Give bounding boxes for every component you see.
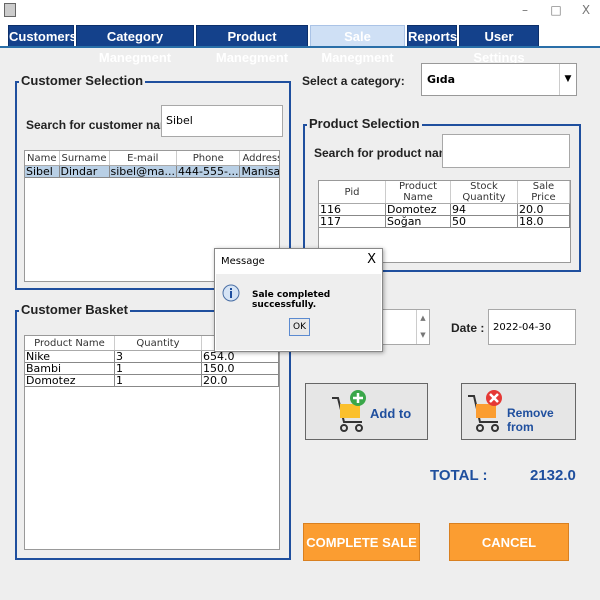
message-dialog: Message X Sale completed successfully. O… bbox=[214, 248, 383, 352]
cart-add-icon bbox=[332, 390, 366, 432]
date-label: Date : bbox=[451, 321, 485, 335]
column-header-quantity[interactable]: Quantity bbox=[114, 336, 202, 351]
category-label: Select a category: bbox=[302, 74, 405, 88]
ok-button[interactable]: OK bbox=[289, 318, 310, 336]
table-cell: 116 bbox=[319, 203, 386, 216]
category-select-value: Gıda bbox=[427, 73, 456, 86]
table-cell: 117 bbox=[319, 215, 386, 228]
product-search-label: Search for product name: bbox=[314, 146, 461, 160]
table-cell: 50 bbox=[450, 215, 518, 228]
tab-sale-management[interactable]: Sale Manegment bbox=[310, 25, 405, 65]
column-header-address[interactable]: Address bbox=[239, 151, 279, 166]
basket-table[interactable]: Product Name Quantity Nike 3 654.0 Bambi… bbox=[24, 335, 280, 550]
complete-sale-button[interactable]: COMPLETE SALE bbox=[303, 523, 420, 561]
table-row[interactable]: 117 Soğan 50 18.0 bbox=[319, 215, 570, 228]
table-cell: Sibel bbox=[25, 165, 60, 178]
table-cell: Soğan bbox=[385, 215, 451, 228]
java-app-icon bbox=[4, 3, 16, 17]
table-cell: Nike bbox=[25, 350, 115, 363]
remove-from-label: Remove from bbox=[507, 406, 554, 434]
close-window-button[interactable]: X bbox=[571, 2, 600, 18]
spinner-up-icon[interactable]: ▲ bbox=[417, 310, 429, 327]
table-cell: 444-555-... bbox=[176, 165, 241, 178]
remove-from-basket-button[interactable]: Remove from bbox=[461, 383, 576, 440]
table-cell: Manisa bbox=[239, 165, 279, 178]
title-bar: – □ X bbox=[0, 0, 600, 22]
table-row[interactable]: Sibel Dindar sibel@ma... 444-555-... Man… bbox=[25, 165, 279, 178]
column-header-sale-price[interactable]: Sale Price bbox=[517, 181, 570, 204]
column-header-name[interactable]: Name bbox=[25, 151, 60, 166]
table-cell: sibel@ma... bbox=[109, 165, 178, 178]
tab-user-settings[interactable]: User Settings bbox=[459, 25, 539, 65]
dialog-message: Sale completed successfully. bbox=[252, 290, 331, 310]
info-icon bbox=[222, 284, 240, 302]
table-cell: 1 bbox=[114, 374, 202, 387]
date-field[interactable]: 2022-04-30 bbox=[488, 309, 576, 345]
table-row[interactable]: 116 Domotez 94 20.0 bbox=[319, 203, 570, 216]
table-cell: Bambi bbox=[25, 362, 115, 375]
table-row[interactable]: Bambi 1 150.0 bbox=[25, 362, 279, 375]
cancel-button[interactable]: CANCEL bbox=[449, 523, 569, 561]
spinner-down-icon[interactable]: ▼ bbox=[417, 327, 429, 344]
table-cell: 150.0 bbox=[201, 362, 279, 375]
customer-selection-title: Customer Selection bbox=[19, 73, 146, 88]
customer-search-input[interactable]: Sibel bbox=[161, 105, 283, 137]
tab-bar: Customers Category Manegment Product Man… bbox=[0, 22, 600, 65]
column-header-phone[interactable]: Phone bbox=[176, 151, 241, 166]
table-row[interactable]: Domotez 1 20.0 bbox=[25, 374, 279, 387]
table-cell: Domotez bbox=[385, 203, 451, 216]
tab-product-management[interactable]: Product Manegment bbox=[196, 25, 308, 65]
table-cell: 18.0 bbox=[517, 215, 570, 228]
product-search-input[interactable] bbox=[442, 134, 570, 168]
tab-reports[interactable]: Reports bbox=[407, 25, 457, 46]
cart-remove-icon bbox=[468, 390, 502, 432]
table-cell: Dindar bbox=[59, 165, 110, 178]
column-header-pid[interactable]: Pid bbox=[319, 181, 386, 204]
product-selection-title: Product Selection bbox=[307, 116, 422, 131]
table-cell: 654.0 bbox=[201, 350, 279, 363]
table-cell: 94 bbox=[450, 203, 518, 216]
maximize-button[interactable]: □ bbox=[541, 2, 571, 18]
category-select[interactable]: Gıda ▼ bbox=[421, 63, 577, 96]
table-cell: 3 bbox=[114, 350, 202, 363]
table-row[interactable]: Nike 3 654.0 bbox=[25, 350, 279, 363]
dialog-title: Message bbox=[221, 256, 265, 267]
column-header-surname[interactable]: Surname bbox=[59, 151, 110, 166]
column-header-email[interactable]: E-mail bbox=[109, 151, 178, 166]
add-to-basket-button[interactable]: Add to bbox=[305, 383, 428, 440]
column-header-stock-quantity[interactable]: Stock Quantity bbox=[450, 181, 518, 204]
column-header-product-name[interactable]: Product Name bbox=[25, 336, 115, 351]
chevron-down-icon[interactable]: ▼ bbox=[559, 64, 576, 95]
table-cell: Domotez bbox=[25, 374, 115, 387]
minimize-button[interactable]: – bbox=[510, 2, 540, 18]
total-value: 2132.0 bbox=[530, 467, 576, 484]
dialog-body: Sale completed successfully. OK bbox=[216, 274, 381, 350]
table-cell: 1 bbox=[114, 362, 202, 375]
dialog-close-button[interactable]: X bbox=[367, 252, 376, 267]
table-cell: 20.0 bbox=[517, 203, 570, 216]
add-to-label: Add to bbox=[370, 406, 412, 421]
column-header-product-name[interactable]: Product Name bbox=[385, 181, 451, 204]
tab-category-management[interactable]: Category Manegment bbox=[76, 25, 194, 65]
customer-basket-title: Customer Basket bbox=[19, 302, 130, 317]
table-cell: 20.0 bbox=[201, 374, 279, 387]
tab-customers[interactable]: Customers bbox=[8, 25, 77, 46]
total-label: TOTAL : bbox=[430, 467, 488, 484]
